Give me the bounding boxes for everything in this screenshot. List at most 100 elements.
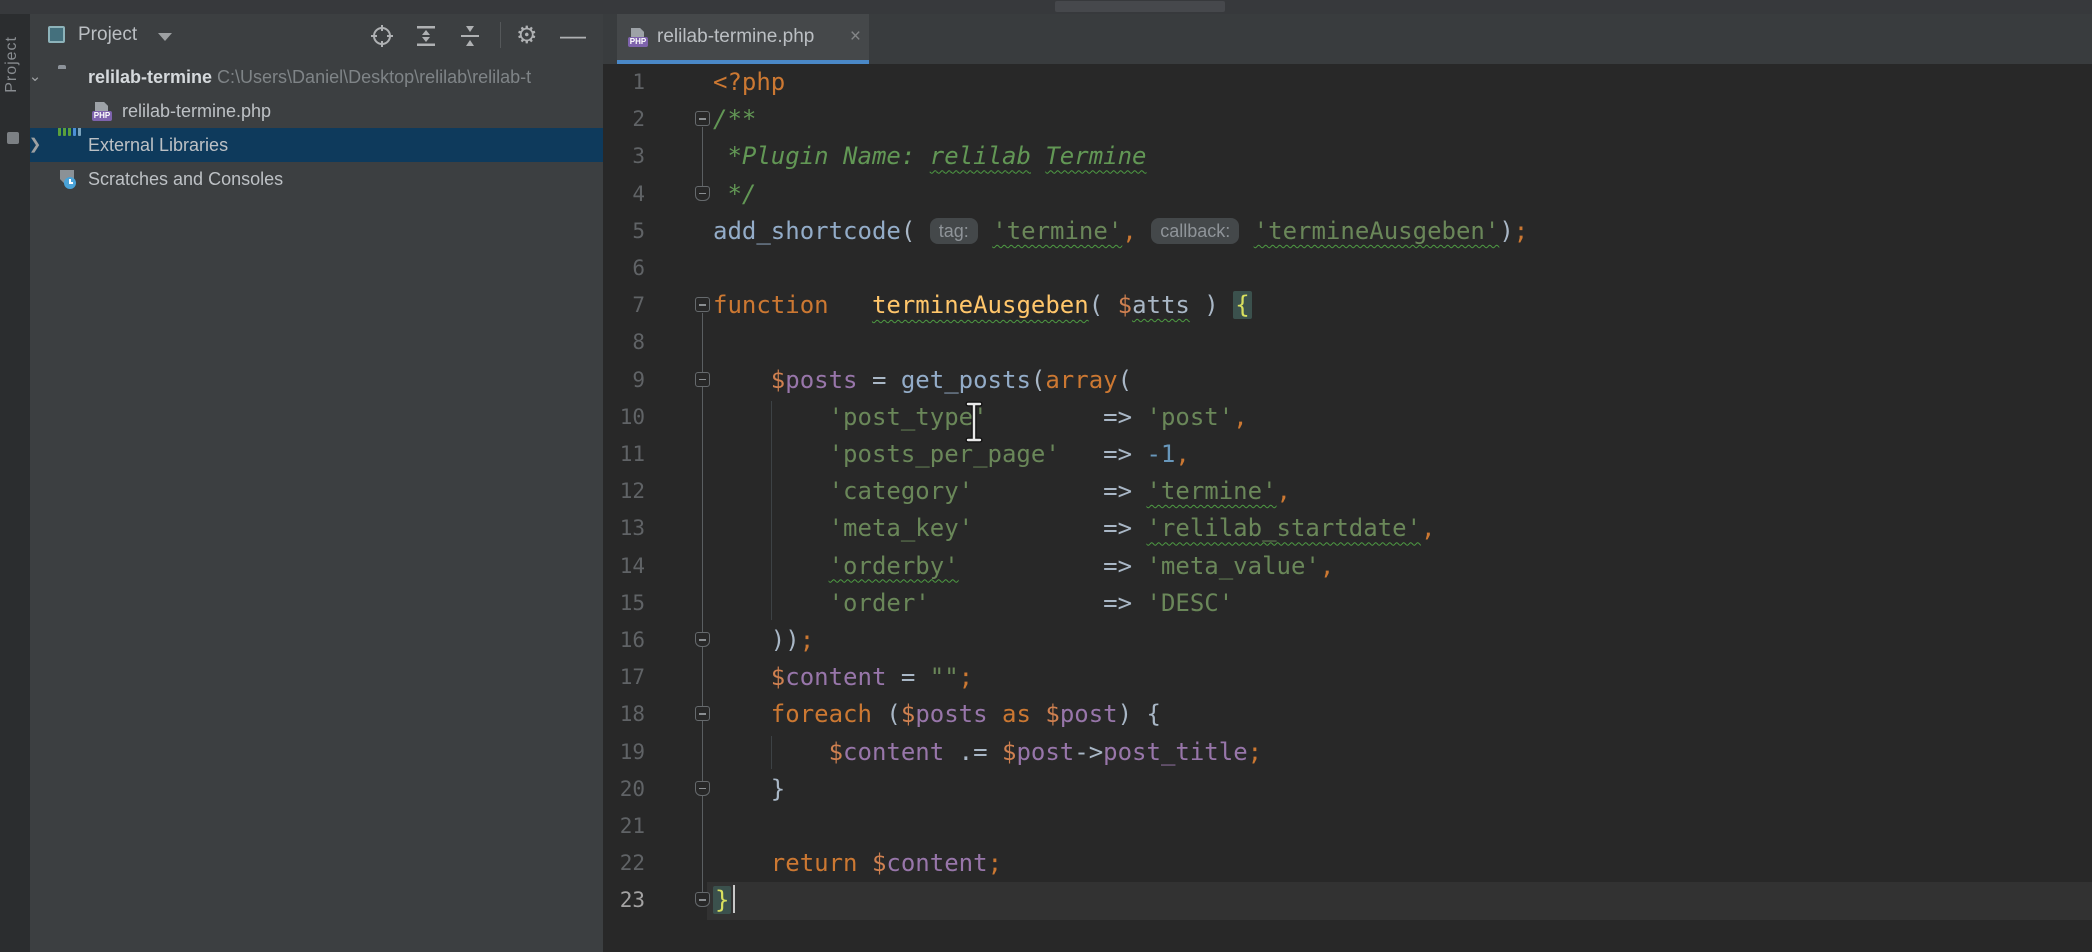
code-line-16[interactable]: 16 )); — [603, 622, 2092, 659]
editor-tab[interactable]: PHP relilab-termine.php × — [617, 14, 869, 60]
mouse-ibeam-cursor — [962, 400, 986, 444]
token-po: , — [1421, 514, 1435, 542]
code-line-13[interactable]: 13 'meta_key' => 'relilab_startdate', — [603, 510, 2092, 547]
project-panel: Project — [30, 14, 603, 952]
token-strw: 'termineAusgeben' — [1254, 217, 1500, 245]
token-str: 'meta_value' — [1146, 552, 1319, 580]
chevron-down-icon[interactable]: ⌄ — [30, 68, 44, 86]
tool-window-icon — [48, 26, 65, 43]
code-text: 'meta_key' => 'relilab_startdate', — [713, 510, 1435, 547]
token-pl: -> — [1074, 738, 1103, 766]
token-cmt — [1031, 142, 1045, 170]
token-br: { — [1233, 291, 1251, 319]
parameter-hint: callback: — [1151, 218, 1239, 244]
line-number: 13 — [603, 510, 645, 547]
token-pl: .= — [944, 738, 1002, 766]
token-str: 'category' — [829, 477, 974, 505]
code-line-19[interactable]: 19 $content .= $post->post_title; — [603, 734, 2092, 771]
line-number: 18 — [603, 696, 645, 733]
code-line-21[interactable]: 21 — [603, 808, 2092, 845]
code-line-14[interactable]: 14 'orderby' => 'meta_value', — [603, 548, 2092, 585]
fold-end-icon[interactable] — [695, 632, 710, 647]
code-line-10[interactable]: 10 'post_type' => 'post', — [603, 399, 2092, 436]
token-pl — [713, 700, 771, 728]
token-var: post — [1016, 738, 1074, 766]
tree-item-scratches[interactable]: Scratches and Consoles — [30, 162, 603, 196]
token-strw: 'relilab_startdate' — [1146, 514, 1421, 542]
token-str: 'posts_per_page' — [829, 440, 1060, 468]
library-icon — [58, 136, 78, 154]
settings-gear-icon[interactable]: ⚙ — [516, 24, 540, 48]
titlebar — [0, 0, 2092, 14]
indent-guide — [771, 401, 772, 620]
code-text: */ — [713, 176, 756, 213]
fold-collapse-icon[interactable] — [695, 706, 710, 721]
token-pl — [1031, 700, 1045, 728]
code-line-20[interactable]: 20 } — [603, 771, 2092, 808]
expand-all-icon[interactable] — [414, 24, 438, 48]
line-number: 14 — [603, 548, 645, 585]
fold-collapse-icon[interactable] — [695, 372, 710, 387]
line-number: 4 — [603, 176, 645, 213]
line-number: 1 — [603, 64, 645, 101]
locate-icon[interactable] — [370, 24, 394, 48]
line-number: 9 — [603, 362, 645, 399]
token-dol: $ — [1118, 291, 1132, 319]
code-text: /** — [713, 101, 756, 138]
code-text: 'posts_per_page' => -1, — [713, 436, 1190, 473]
tree-item-external-libraries[interactable]: ❯External Libraries — [30, 128, 603, 162]
fold-collapse-icon[interactable] — [695, 297, 710, 312]
code-line-3[interactable]: 3 *Plugin Name: relilab Termine — [603, 138, 2092, 175]
tool-window-stripe: Project — [0, 14, 30, 952]
hide-panel-icon[interactable]: — — [560, 24, 584, 48]
token-dol: $ — [901, 700, 915, 728]
tree-item-label: relilab-termine C:\Users\Daniel\Desktop\… — [88, 60, 531, 94]
tree-item-php-file[interactable]: PHPrelilab-termine.php — [30, 94, 603, 128]
line-number: 15 — [603, 585, 645, 622]
code-line-18[interactable]: 18 foreach ($posts as $post) { — [603, 696, 2092, 733]
code-line-11[interactable]: 11 'posts_per_page' => -1, — [603, 436, 2092, 473]
token-str: 'meta_key' — [829, 514, 974, 542]
fold-collapse-icon[interactable] — [695, 111, 710, 126]
code-line-22[interactable]: 22 return $content; — [603, 845, 2092, 882]
php-file-icon: PHP — [628, 28, 648, 47]
chevron-right-icon[interactable]: ❯ — [30, 136, 44, 154]
collapse-all-icon[interactable] — [458, 24, 482, 48]
tree-item-root-folder[interactable]: ⌄ relilab-termine C:\Users\Daniel\Desktop… — [30, 60, 603, 94]
token-pl: ( — [1089, 291, 1118, 319]
code-line-1[interactable]: 1<?php — [603, 64, 2092, 101]
close-tab-icon[interactable]: × — [850, 26, 861, 48]
line-number: 2 — [603, 101, 645, 138]
code-line-2[interactable]: 2 /** — [603, 101, 2092, 138]
token-pl: ) — [1190, 291, 1233, 319]
fold-end-icon[interactable] — [695, 186, 710, 201]
token-pl — [713, 366, 771, 394]
line-number: 20 — [603, 771, 645, 808]
token-plw: atts — [1132, 291, 1190, 319]
code-line-8[interactable]: 8 — [603, 324, 2092, 361]
code-line-5[interactable]: 5add_shortcode( tag: 'termine', callback… — [603, 213, 2092, 250]
fold-end-icon[interactable] — [695, 892, 710, 907]
scratches-icon — [58, 170, 78, 188]
tree-item-path: C:\Users\Daniel\Desktop\relilab\relilab-… — [212, 67, 531, 87]
token-cmt: /** — [713, 105, 756, 133]
stripe-tool-icon[interactable] — [7, 132, 19, 144]
token-var: content — [843, 738, 944, 766]
code-text: 'orderby' => 'meta_value', — [713, 548, 1334, 585]
code-line-23[interactable]: 23} — [603, 882, 2092, 919]
code-line-12[interactable]: 12 'category' => 'termine', — [603, 473, 2092, 510]
code-editor[interactable]: 1<?php2 /** 3 *Plugin Name: relilab Termin… — [603, 64, 2092, 952]
chevron-down-icon[interactable] — [158, 33, 172, 41]
fold-region-line — [702, 313, 703, 892]
token-str: 'order' — [829, 589, 930, 617]
fold-end-icon[interactable] — [695, 781, 710, 796]
code-line-15[interactable]: 15 'order' => 'DESC' — [603, 585, 2092, 622]
code-line-7[interactable]: 7function termineAusgeben( $atts ) { — [603, 287, 2092, 324]
code-line-9[interactable]: 9 $posts = get_posts(array( — [603, 362, 2092, 399]
stripe-project-button[interactable]: Project — [3, 36, 21, 93]
code-line-6[interactable]: 6 — [603, 250, 2092, 287]
project-panel-title[interactable]: Project — [78, 24, 137, 46]
code-line-17[interactable]: 17 $content = ""; — [603, 659, 2092, 696]
token-kw: return — [771, 849, 858, 877]
code-line-4[interactable]: 4 */ — [603, 176, 2092, 213]
